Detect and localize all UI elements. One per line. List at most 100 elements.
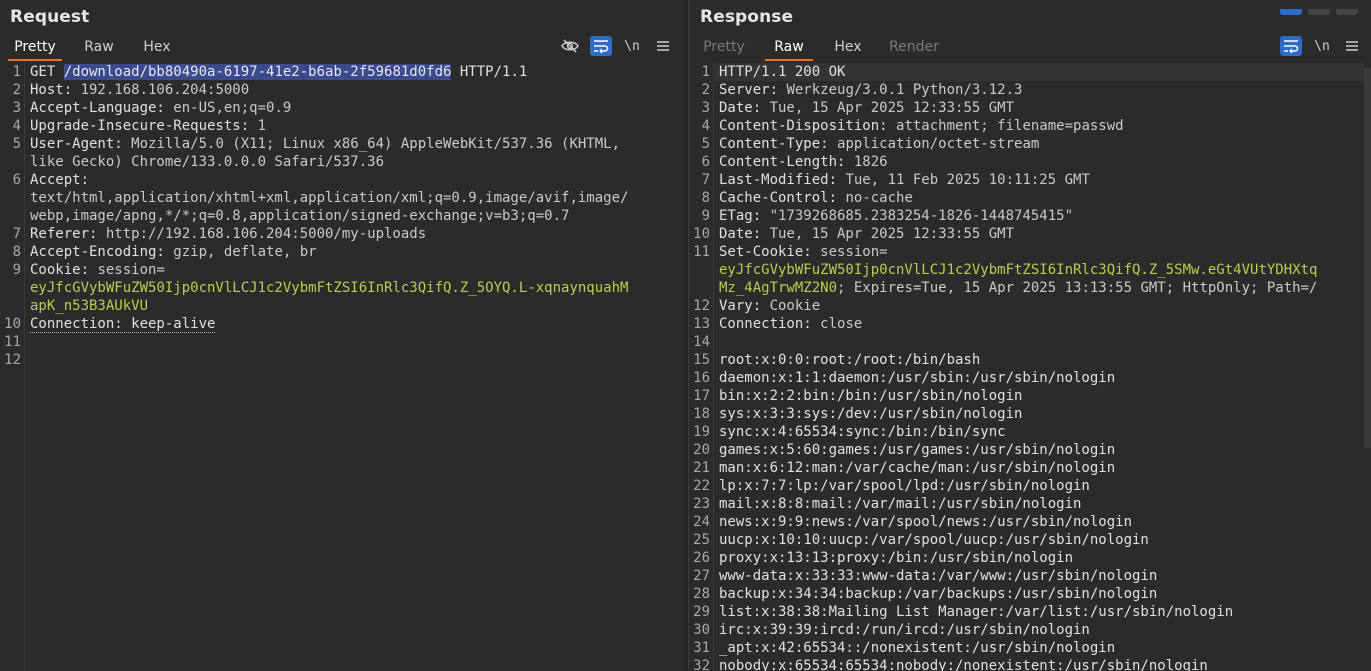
line-number: 15	[693, 352, 710, 368]
line-number: 25	[693, 532, 710, 548]
request-editor[interactable]: 1 GET /download/bb80490a-6197-41e2-b6ab-2…	[0, 62, 684, 671]
menu-icon[interactable]	[1341, 36, 1363, 56]
code-token: news:x:9:9:news:/var/spool/news:/usr/sbi…	[719, 514, 1133, 530]
tab-raw[interactable]: Raw	[78, 36, 120, 60]
code-token: Cache-Control:	[719, 190, 846, 206]
code-token: ETag:	[719, 208, 770, 224]
tab-hex[interactable]: Hex	[827, 36, 869, 60]
code-line: User-Agent: Mozilla/5.0 (X11; Linux x86_…	[30, 135, 678, 153]
code-token: no-cache	[845, 190, 913, 206]
line-number: 29	[693, 604, 710, 620]
line-number: 10	[693, 226, 710, 242]
tab-pretty[interactable]: Pretty	[8, 36, 62, 61]
code-line: Accept-Encoding: gzip, deflate, br	[30, 243, 678, 261]
code-token: mail:x:8:8:mail:/var/mail:/usr/sbin/nolo…	[719, 496, 1082, 512]
code-line: mail:x:8:8:mail:/var/mail:/usr/sbin/nolo…	[719, 495, 1366, 513]
code-token: Content-Disposition:	[719, 118, 897, 134]
code-token: User-Agent:	[30, 136, 132, 152]
code-token: Host:	[30, 82, 81, 98]
code-line: news:x:9:9:news:/var/spool/news:/usr/sbi…	[719, 513, 1366, 531]
code-line: text/html,application/xhtml+xml,applicat…	[30, 189, 678, 207]
line-number: 4	[701, 118, 710, 134]
code-line: Cookie: session=	[30, 261, 678, 279]
code-token: like Gecko) Chrome/133.0.0.0 Safari/537.…	[30, 154, 385, 170]
line-number: 11	[693, 244, 710, 260]
code-token: _apt:x:42:65534::/nonexistent:/usr/sbin/…	[719, 640, 1116, 656]
vertical-scrollbar[interactable]	[1364, 68, 1371, 448]
code-token: http://192.168.106.204:5000/my-uploads	[105, 226, 427, 242]
code-token: eyJfcGVybWFuZW50Ijp0cnVlLCJ1c2VybmFtZSI6…	[719, 262, 1318, 278]
line-number: 30	[693, 622, 710, 638]
tab-raw[interactable]: Raw	[765, 36, 813, 61]
response-editor[interactable]: 1 HTTP/1.1 200 OK 2 Server: Werkzeug/3.0.1 …	[689, 62, 1371, 671]
code-line: man:x:6:12:man:/var/cache/man:/usr/sbin/…	[719, 459, 1366, 477]
code-token: Last-Modified:	[719, 172, 846, 188]
line-number: 14	[693, 334, 710, 350]
code-line: nobody:x:65534:65534:nobody:/nonexistent…	[719, 657, 1366, 671]
menu-icon[interactable]	[652, 36, 674, 56]
code-line: Server: Werkzeug/3.0.1 Python/3.12.3	[719, 81, 1366, 99]
line-number: 12	[693, 298, 710, 314]
code-token: Set-Cookie:	[719, 244, 821, 260]
code-token: 1826	[853, 154, 888, 170]
code-token: Date:	[719, 226, 770, 242]
word-wrap-icon[interactable]	[1280, 36, 1302, 56]
line-number: 20	[693, 442, 710, 458]
code-token: close	[820, 316, 863, 332]
code-line: Upgrade-Insecure-Requests: 1	[30, 117, 678, 135]
line-number: 23	[693, 496, 710, 512]
code-line: bin:x:2:2:bin:/bin:/usr/sbin/nologin	[719, 387, 1366, 405]
code-token: nobody:x:65534:65534:nobody:/nonexistent…	[719, 658, 1208, 671]
line-number: 17	[693, 388, 710, 404]
code-token: session=	[820, 244, 888, 260]
code-token: HTTP/1.1	[451, 64, 528, 80]
code-line: HTTP/1.1 200 OK	[719, 63, 1366, 81]
code-line: GET /download/bb80490a-6197-41e2-b6ab-2f…	[30, 63, 678, 81]
line-number: 28	[693, 586, 710, 602]
line-number: 13	[693, 316, 710, 332]
code-token: Tue, 15 Apr 2025 12:33:55 GMT	[769, 100, 1015, 116]
line-number: 9	[12, 262, 21, 278]
code-line: sys:x:3:3:sys:/dev:/usr/sbin/nologin	[719, 405, 1366, 423]
code-token: sync:x:4:65534:sync:/bin:/bin/sync	[719, 424, 1006, 440]
code-line: backup:x:34:34:backup:/var/backups:/usr/…	[719, 585, 1366, 603]
code-line: Cache-Control: no-cache	[719, 189, 1366, 207]
code-token: /download/bb80490a-6197-41e2-b6ab-2f5968…	[63, 64, 452, 80]
code-line: Date: Tue, 15 Apr 2025 12:33:55 GMT	[719, 99, 1366, 117]
code-line: eyJfcGVybWFuZW50Ijp0cnVlLCJ1c2VybmFtZSI6…	[719, 261, 1366, 279]
word-wrap-icon[interactable]	[590, 36, 612, 56]
layout-toggle[interactable]	[1274, 0, 1358, 15]
line-number: 3	[12, 100, 21, 116]
code-token: eyJfcGVybWFuZW50Ijp0cnVlLCJ1c2VybmFtZSI6…	[30, 280, 629, 296]
code-line: sync:x:4:65534:sync:/bin:/bin/sync	[719, 423, 1366, 441]
tab-render[interactable]: Render	[885, 36, 943, 60]
code-token: games:x:5:60:games:/usr/games:/usr/sbin/…	[719, 442, 1116, 458]
code-token: Connection: keep-alive	[30, 316, 216, 333]
code-line: Vary: Cookie	[719, 297, 1366, 315]
code-token: Accept:	[30, 172, 98, 188]
tab-pretty[interactable]: Pretty	[697, 36, 751, 60]
hide-eye-icon[interactable]	[559, 36, 581, 56]
line-number: 5	[12, 136, 21, 152]
code-token: Cookie	[769, 298, 821, 314]
newline-toggle-icon[interactable]: \n	[621, 36, 643, 56]
code-line: Last-Modified: Tue, 11 Feb 2025 10:11:25…	[719, 171, 1366, 189]
code-token: uucp:x:10:10:uucp:/var/spool/uucp:/usr/s…	[719, 532, 1149, 548]
line-number: 9	[701, 208, 710, 224]
code-line: lp:x:7:7:lp:/var/spool/lpd:/usr/sbin/nol…	[719, 477, 1366, 495]
code-token: lp:x:7:7:lp:/var/spool/lpd:/usr/sbin/nol…	[719, 478, 1090, 494]
tab-hex[interactable]: Hex	[136, 36, 178, 60]
code-token: attachment; filename=passwd	[896, 118, 1124, 134]
code-line: ETag: "1739268685.2383254-1826-144874541…	[719, 207, 1366, 225]
code-token: text/html,application/xhtml+xml,applicat…	[30, 190, 629, 206]
request-title: Request	[10, 7, 90, 27]
code-token: www-data:x:33:33:www-data:/var/www:/usr/…	[719, 568, 1158, 584]
code-token: irc:x:39:39:ircd:/run/ircd:/usr/sbin/nol…	[719, 622, 1090, 638]
code-token: Date:	[719, 100, 770, 116]
code-line: Accept:	[30, 171, 678, 189]
code-token: Connection:	[719, 316, 821, 332]
code-token: Mozilla/5.0 (X11; Linux x86_64) AppleWeb…	[131, 136, 621, 152]
line-number: 16	[693, 370, 710, 386]
line-number: 19	[693, 424, 710, 440]
newline-toggle-icon[interactable]: \n	[1311, 36, 1333, 56]
